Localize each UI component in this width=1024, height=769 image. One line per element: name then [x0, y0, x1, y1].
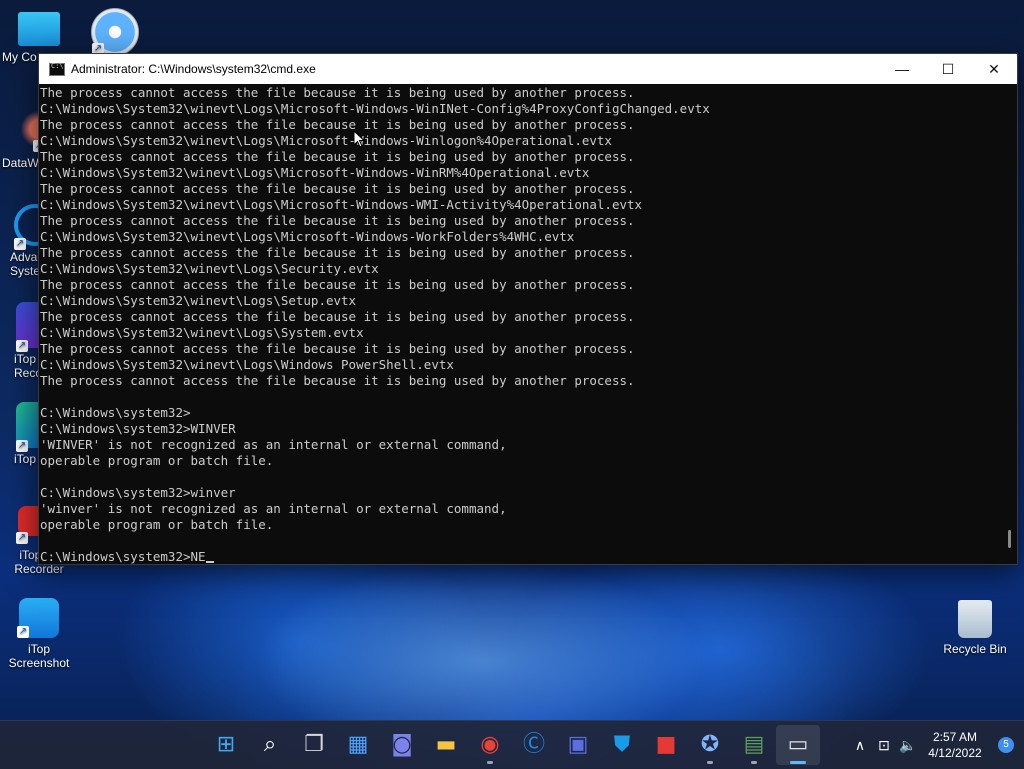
- network-icon[interactable]: ⊡: [872, 737, 896, 754]
- safari-button[interactable]: ✪: [688, 725, 732, 765]
- console-line: C:\Windows\System32\winevt\Logs\Security…: [40, 261, 379, 276]
- computer-icon: [18, 12, 60, 46]
- console-line: 'winver' is not recognized as an interna…: [40, 501, 507, 516]
- scrollbar-thumb[interactable]: [1008, 530, 1011, 548]
- text-cursor: [205, 561, 214, 563]
- safari-icon: ✪: [700, 732, 720, 757]
- screen-recorder-icon: ■: [655, 732, 677, 757]
- console-line: The process cannot access the file becau…: [40, 277, 635, 292]
- search-button[interactable]: ⌕: [248, 725, 292, 765]
- minimize-button[interactable]: —: [879, 54, 925, 84]
- console-line: C:\Windows\System32\winevt\Logs\Microsof…: [40, 101, 710, 116]
- itop-app-icon: ▣: [567, 732, 589, 757]
- taskbar: ⊞ ⌕ ❐ ▦ ◙ ▬ ◉ Ⓒ ▣ ⛊ ■ ✪ ▤ ▭ ∧ ⊡ 🔈 2:57 AM 4/12/2022 5: [0, 720, 1024, 769]
- cmd-icon: [49, 62, 65, 76]
- advanced-systemcare-button[interactable]: Ⓒ: [512, 725, 556, 765]
- advanced-systemcare-icon: Ⓒ: [522, 732, 545, 757]
- shortcut-arrow-icon: ↗: [16, 532, 28, 544]
- console-line: C:\Windows\System32\winevt\Logs\Microsof…: [40, 197, 643, 212]
- teams-chat-button[interactable]: ◙: [380, 725, 424, 765]
- itop-screenshot-icon: ↗: [17, 598, 59, 638]
- search-icon: ⌕: [263, 732, 277, 757]
- maximize-button[interactable]: ☐: [925, 54, 971, 84]
- console-line: The process cannot access the file becau…: [40, 373, 635, 388]
- taskbar-pinned-apps: ⊞ ⌕ ❐ ▦ ◙ ▬ ◉ Ⓒ ▣ ⛊ ■ ✪ ▤ ▭: [204, 721, 820, 769]
- shortcut-arrow-icon: ↗: [16, 340, 28, 352]
- prompt-input-text[interactable]: C:\Windows\system32>NE: [40, 549, 206, 564]
- start-button[interactable]: ⊞: [204, 725, 248, 765]
- green-app-button[interactable]: ▤: [732, 725, 776, 765]
- console-line: C:\Windows\System32\winevt\Logs\Microsof…: [40, 229, 575, 244]
- window-titlebar[interactable]: Administrator: C:\Windows\system32\cmd.e…: [39, 54, 1017, 84]
- itop-app-button[interactable]: ▣: [556, 725, 600, 765]
- widgets-icon: ▦: [347, 732, 369, 757]
- mouse-cursor-icon: [353, 130, 365, 148]
- recycle-bin-icon: [958, 600, 992, 638]
- system-tray: ∧ ⊡ 🔈 2:57 AM 4/12/2022 5: [848, 721, 1024, 769]
- desktop-icon-itop-screenshot[interactable]: ↗ iTop Screenshot: [0, 598, 78, 670]
- task-view-button[interactable]: ❐: [292, 725, 336, 765]
- console-line: C:\Windows\System32\winevt\Logs\Windows …: [40, 357, 454, 372]
- file-explorer-button[interactable]: ▬: [424, 725, 468, 765]
- folder-icon: ▬: [435, 732, 457, 757]
- desktop-icon-recycle-bin[interactable]: Recycle Bin: [936, 598, 1014, 656]
- console-line: C:\Windows\System32\winevt\Logs\Microsof…: [40, 133, 612, 148]
- window-title: Administrator: C:\Windows\system32\cmd.e…: [71, 62, 316, 76]
- running-indicator: [487, 761, 493, 764]
- console-line: C:\Windows\system32>winver: [40, 485, 236, 500]
- console-line: The process cannot access the file becau…: [40, 213, 635, 228]
- cmd-window[interactable]: Administrator: C:\Windows\system32\cmd.e…: [38, 53, 1018, 565]
- widgets-button[interactable]: ▦: [336, 725, 380, 765]
- clock-date: 4/12/2022: [928, 746, 982, 760]
- shortcut-arrow-icon: ↗: [14, 238, 26, 250]
- console-line: C:\Windows\system32>WINVER: [40, 421, 236, 436]
- console-line: The process cannot access the file becau…: [40, 245, 635, 260]
- cmd-icon: ▭: [787, 732, 809, 757]
- console-line: operable program or batch file.: [40, 517, 274, 532]
- console-line: The process cannot access the file becau…: [40, 181, 635, 196]
- chat-icon: ◙: [391, 732, 413, 757]
- console-line: C:\Windows\System32\winevt\Logs\Microsof…: [40, 165, 590, 180]
- console-output[interactable]: The process cannot access the file becau…: [39, 85, 1001, 564]
- shield-icon: ⛊: [613, 732, 631, 757]
- running-indicator: [790, 761, 806, 764]
- shortcut-arrow-icon: ↗: [17, 626, 29, 638]
- cmd-taskbar-button[interactable]: ▭: [776, 725, 820, 765]
- notification-badge[interactable]: 5: [998, 737, 1014, 753]
- running-indicator: [707, 761, 713, 764]
- safari-icon: ↗: [91, 8, 139, 56]
- console-line: The process cannot access the file becau…: [40, 85, 635, 100]
- console-line: C:\Windows\System32\winevt\Logs\Setup.ev…: [40, 293, 357, 308]
- console-line: operable program or batch file.: [40, 453, 274, 468]
- console-line: C:\Windows\system32>: [40, 405, 191, 420]
- screen-recorder-button[interactable]: ■: [644, 725, 688, 765]
- security-app-button[interactable]: ⛊: [600, 725, 644, 765]
- running-indicator: [751, 761, 757, 764]
- monitor-app-icon: ▤: [743, 732, 765, 757]
- console-line: The process cannot access the file becau…: [40, 309, 635, 324]
- show-hidden-icons-chevron-icon[interactable]: ∧: [848, 737, 872, 754]
- console-line: The process cannot access the file becau…: [40, 149, 635, 164]
- console-prompt-line[interactable]: C:\Windows\system32>NE: [40, 549, 1001, 564]
- chrome-icon: ◉: [480, 732, 500, 757]
- desktop-icon-label: Recycle Bin: [943, 642, 1007, 656]
- clock-time: 2:57 AM: [932, 730, 978, 744]
- task-view-icon: ❐: [304, 732, 324, 757]
- console-line: The process cannot access the file becau…: [40, 117, 635, 132]
- volume-icon[interactable]: 🔈: [896, 737, 920, 754]
- chrome-button[interactable]: ◉: [468, 725, 512, 765]
- clock[interactable]: 2:57 AM 4/12/2022: [920, 729, 990, 761]
- console-line: The process cannot access the file becau…: [40, 341, 635, 356]
- windows-logo-icon: ⊞: [216, 732, 236, 757]
- shortcut-arrow-icon: ↗: [16, 440, 28, 452]
- desktop-icon-label: iTop Screenshot: [8, 642, 70, 670]
- console-line: 'WINVER' is not recognized as an interna…: [40, 437, 507, 452]
- console-scrollbar[interactable]: [1001, 85, 1017, 564]
- close-button[interactable]: ✕: [971, 54, 1017, 84]
- console-line: C:\Windows\System32\winevt\Logs\System.e…: [40, 325, 364, 340]
